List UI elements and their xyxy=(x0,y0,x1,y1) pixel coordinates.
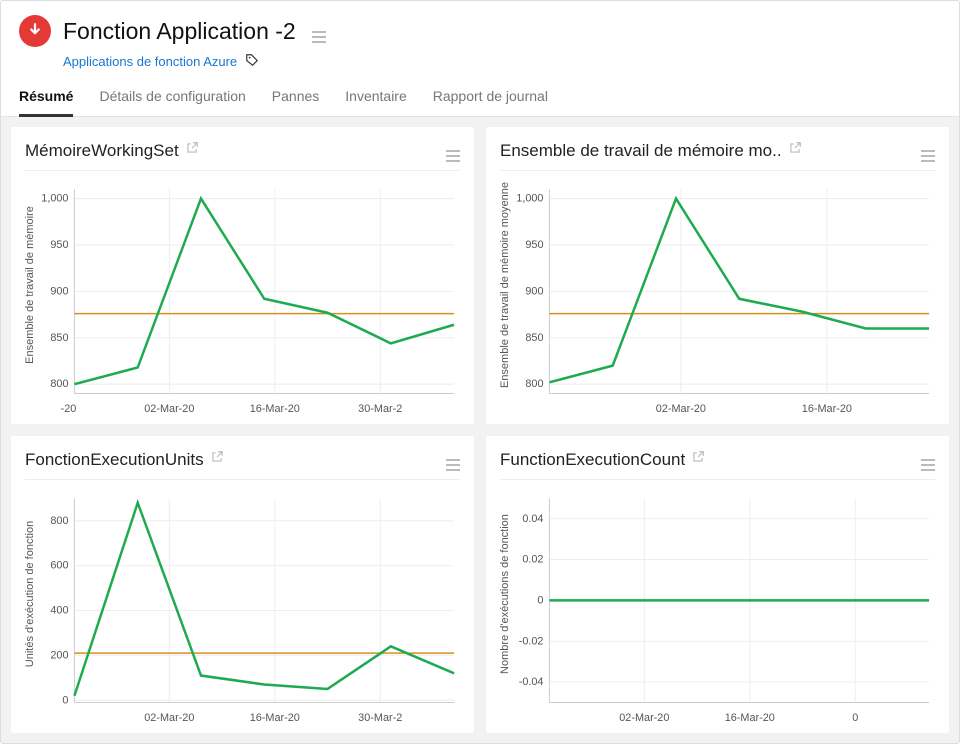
svg-text:16-Mar-20: 16-Mar-20 xyxy=(725,712,775,724)
svg-text:0: 0 xyxy=(62,694,68,706)
svg-text:850: 850 xyxy=(525,332,543,344)
svg-text:02-Mar-20: 02-Mar-20 xyxy=(656,403,706,415)
chart: 800 850 900 950 1,000 02-Mar-20 16-Mar-20 Ensem… xyxy=(500,175,935,420)
card-menu-icon[interactable] xyxy=(921,139,935,162)
tab-2[interactable]: Pannes xyxy=(272,88,319,116)
tab-1[interactable]: Détails de configuration xyxy=(99,88,245,116)
popout-icon[interactable] xyxy=(788,141,802,160)
svg-text:800: 800 xyxy=(50,378,68,390)
svg-text:800: 800 xyxy=(525,378,543,390)
svg-text:900: 900 xyxy=(50,285,68,297)
chart-card: FonctionExecutionUnits 0 200 400 600 800 02-Ma… xyxy=(11,436,474,733)
svg-text:02-Mar-20: 02-Mar-20 xyxy=(144,403,194,415)
status-critical-icon xyxy=(19,15,51,47)
tab-0[interactable]: Résumé xyxy=(19,88,73,117)
svg-text:-20: -20 xyxy=(61,403,77,415)
card-menu-icon[interactable] xyxy=(446,139,460,162)
svg-text:30-Mar-2: 30-Mar-2 xyxy=(358,403,402,415)
popout-icon[interactable] xyxy=(185,141,199,160)
card-menu-icon[interactable] xyxy=(921,448,935,471)
chart-card: MémoireWorkingSet 800 850 900 950 1,000 02-Mar… xyxy=(11,127,474,424)
category-link[interactable]: Applications de fonction Azure xyxy=(63,54,237,69)
card-title: FonctionExecutionUnits xyxy=(25,450,204,470)
chart-card: FunctionExecutionCount -0.04 -0.02 0 0.02 0.0… xyxy=(486,436,949,733)
svg-text:-0.02: -0.02 xyxy=(519,635,544,647)
svg-text:400: 400 xyxy=(50,604,68,616)
svg-text:02-Mar-20: 02-Mar-20 xyxy=(619,712,669,724)
y-axis-label: Ensemble de travail de mémoire xyxy=(24,206,36,364)
svg-text:16-Mar-20: 16-Mar-20 xyxy=(802,403,852,415)
svg-text:1,000: 1,000 xyxy=(516,192,543,204)
svg-text:850: 850 xyxy=(50,332,68,344)
card-title: FunctionExecutionCount xyxy=(500,450,685,470)
svg-text:-0.04: -0.04 xyxy=(519,676,544,688)
svg-text:600: 600 xyxy=(50,560,68,572)
svg-text:800: 800 xyxy=(50,515,68,527)
page-menu-icon[interactable] xyxy=(312,20,326,43)
svg-text:0: 0 xyxy=(852,712,858,724)
card-menu-icon[interactable] xyxy=(446,448,460,471)
svg-text:1,000: 1,000 xyxy=(41,192,68,204)
y-axis-label: Nombre d'exécutions de fonction xyxy=(499,514,511,674)
card-title: MémoireWorkingSet xyxy=(25,141,179,161)
svg-text:900: 900 xyxy=(525,285,543,297)
popout-icon[interactable] xyxy=(691,450,705,469)
svg-text:950: 950 xyxy=(525,239,543,251)
svg-text:0.02: 0.02 xyxy=(522,553,543,565)
tabs: Résumé Détails de configuration Pannes Inve… xyxy=(1,88,959,117)
card-title: Ensemble de travail de mémoire mo.. xyxy=(500,141,782,161)
page-title: Fonction Application -2 xyxy=(63,18,296,45)
y-axis-label: Unités d'exécution de fonction xyxy=(24,520,36,666)
svg-text:200: 200 xyxy=(50,649,68,661)
svg-text:30-Mar-2: 30-Mar-2 xyxy=(358,712,402,724)
svg-text:950: 950 xyxy=(50,239,68,251)
chart-card: Ensemble de travail de mémoire mo.. 800 85… xyxy=(486,127,949,424)
chart: 0 200 400 600 800 02-Mar-20 16-Mar-20 30-Mar-2 U… xyxy=(25,484,460,729)
tab-3[interactable]: Inventaire xyxy=(345,88,406,116)
tab-4[interactable]: Rapport de journal xyxy=(433,88,548,116)
svg-text:16-Mar-20: 16-Mar-20 xyxy=(250,403,300,415)
svg-text:16-Mar-20: 16-Mar-20 xyxy=(250,712,300,724)
chart: 800 850 900 950 1,000 02-Mar-20 16-Mar-20 30-Ma… xyxy=(25,175,460,420)
svg-text:0: 0 xyxy=(537,594,543,606)
popout-icon[interactable] xyxy=(210,450,224,469)
svg-text:0.04: 0.04 xyxy=(522,513,543,525)
y-axis-label: Ensemble de travail de mémoire moyenne xyxy=(499,181,511,387)
tag-icon[interactable] xyxy=(245,53,259,70)
svg-text:02-Mar-20: 02-Mar-20 xyxy=(144,712,194,724)
chart: -0.04 -0.02 0 0.02 0.04 02-Mar-20 16-Mar-20 0 No… xyxy=(500,484,935,729)
